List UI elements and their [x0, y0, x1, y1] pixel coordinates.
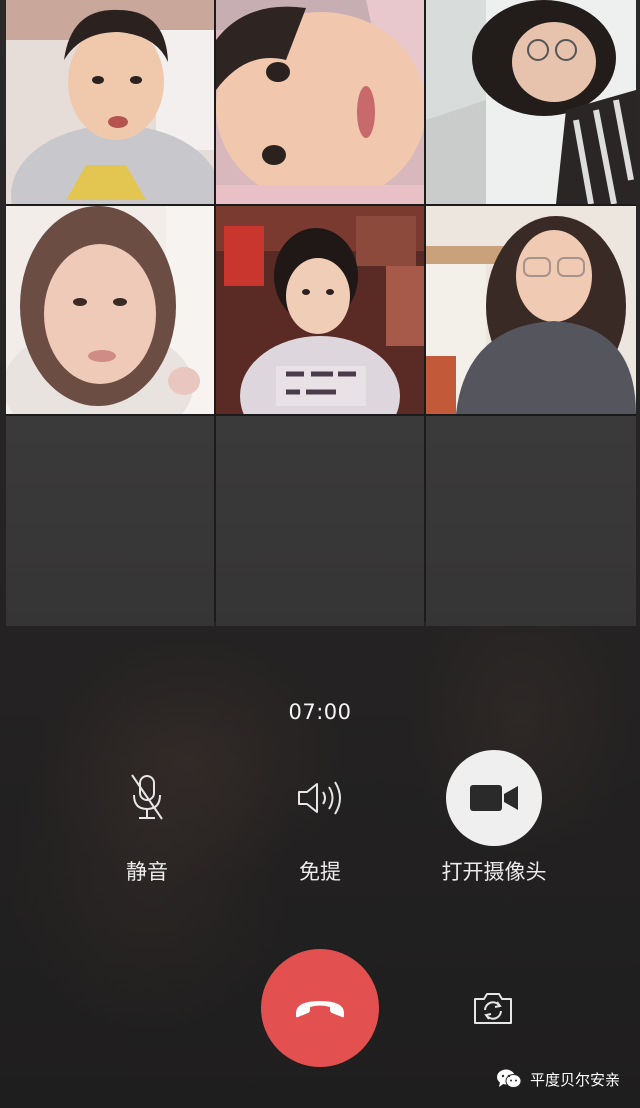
video-frame-image	[216, 206, 424, 414]
speaker-label: 免提	[299, 860, 341, 884]
video-frame-image	[6, 0, 214, 204]
watermark: 平度贝尔安亲	[496, 1068, 620, 1090]
participant-video-4[interactable]	[6, 206, 214, 414]
speaker-button[interactable]	[272, 750, 368, 846]
video-frame-image	[6, 206, 214, 414]
empty-video-slot	[426, 416, 636, 626]
video-frame-image	[426, 0, 636, 204]
participant-video-5[interactable]	[216, 206, 424, 414]
microphone-muted-icon	[131, 774, 163, 820]
switch-camera-button[interactable]	[468, 986, 518, 1030]
participant-video-2[interactable]	[216, 0, 424, 204]
wechat-logo-icon	[496, 1069, 522, 1088]
participant-video-1[interactable]	[6, 0, 214, 204]
video-call-screen: 07:00 静音 免提 打开摄像头 平度贝尔安亲	[0, 0, 640, 1108]
mute-label: 静音	[126, 860, 168, 884]
video-frame-image	[426, 206, 636, 414]
hang-up-button[interactable]	[261, 949, 379, 1067]
watermark-text: 平度贝尔安亲	[529, 1070, 620, 1089]
call-duration: 07:00	[288, 700, 352, 724]
camera-control[interactable]: 打开摄像头	[404, 750, 584, 886]
mute-control[interactable]: 静音	[57, 750, 237, 886]
participant-video-6[interactable]	[426, 206, 636, 414]
speaker-control[interactable]: 免提	[230, 750, 410, 886]
video-frame-image	[216, 0, 424, 204]
switch-camera-icon	[474, 993, 512, 1024]
participant-grid	[6, 0, 636, 626]
mute-button[interactable]	[99, 750, 195, 846]
camera-button-circle[interactable]	[446, 750, 542, 846]
camera-label: 打开摄像头	[441, 860, 547, 884]
camera-button[interactable]	[446, 750, 542, 846]
speaker-icon	[298, 781, 341, 815]
empty-video-slot	[216, 416, 424, 626]
empty-video-slot	[6, 416, 214, 626]
video-camera-icon	[470, 785, 518, 811]
participant-video-3[interactable]	[426, 0, 636, 204]
hang-up-icon	[296, 1001, 344, 1018]
